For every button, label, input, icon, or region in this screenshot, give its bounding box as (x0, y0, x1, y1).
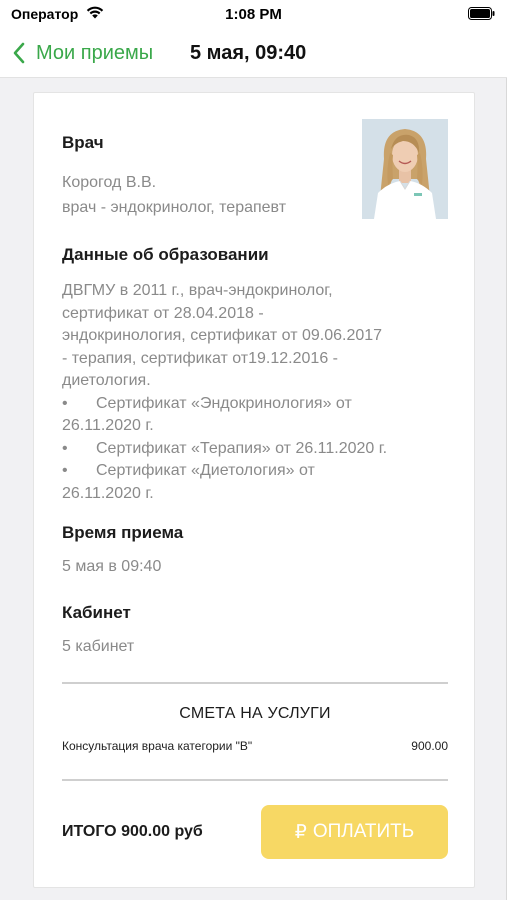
cabinet-value: 5 кабинет (62, 638, 135, 655)
certificate-item: • Сертификат «Диетология» от (62, 460, 452, 483)
education-line: сертификат от 28.04.2018 - (62, 304, 264, 322)
bullet-marker: • (62, 394, 68, 412)
education-text: ДВГМУ в 2011 г., врач-эндокринолог, серт… (62, 280, 452, 505)
certificate-text: Сертификат «Эндокринология» от (96, 394, 352, 412)
service-price: 900.00 (411, 739, 448, 753)
pay-button-label: ОПЛАТИТЬ (312, 821, 415, 842)
service-row: Консультация врача категории "В" 900.00 (62, 739, 448, 753)
certificate-text: Сертификат «Терапия» от 26.11.2020 г. (96, 439, 388, 457)
estimate-title: СМЕТА НА УСЛУГИ (179, 705, 331, 722)
page-title: 5 мая, 09:40 (190, 42, 307, 64)
certificate-text: Сертификат «Диетология» от (96, 462, 315, 479)
pay-button[interactable]: ₽ ОПЛАТИТЬ (261, 805, 448, 859)
appointment-time-value: 5 мая в 09:40 (62, 558, 162, 575)
education-line: эндокринология, сертификат от 09.06.2017 (62, 327, 383, 344)
bullet-marker: • (62, 462, 68, 479)
app-screen: Оператор 1:08 PM Мои приемы 5 мая, 09:40… (0, 0, 507, 900)
certificate-text-continued: 26.11.2020 г. (62, 417, 154, 434)
education-line: ДВГМУ в 2011 г., врач-эндокринолог, (62, 282, 333, 299)
cabinet-title: Кабинет (62, 603, 131, 622)
education-line: диетология. (62, 372, 151, 389)
doctor-specialty: врач - эндокринолог, терапевт (62, 199, 287, 216)
battery-icon (468, 7, 495, 20)
status-time: 1:08 PM (225, 6, 282, 23)
divider (62, 682, 448, 684)
service-name: Консультация врача категории "В" (62, 739, 253, 753)
doctor-name: Корогод В.В. (62, 174, 157, 191)
doctor-portrait-image (362, 119, 448, 219)
education-line: - терапия, сертификат от19.12.2016 - (62, 349, 338, 367)
certificate-item: • Сертификат «Терапия» от 26.11.2020 г. (62, 438, 452, 461)
total-amount: ИТОГО 900.00 руб (62, 823, 203, 840)
doctor-section-title: Врач (62, 133, 104, 152)
certificate-text-continued: 26.11.2020 г. (62, 484, 154, 502)
doctor-photo (362, 119, 448, 219)
ruble-icon: ₽ (294, 821, 307, 843)
appointment-time-title: Время приема (62, 523, 184, 542)
back-button[interactable]: Мои приемы (12, 38, 153, 68)
appointment-card: Врач Корогод В.В. врач - эндокринолог, т… (33, 92, 475, 888)
certificate-item: • Сертификат «Эндокринология» от (62, 393, 452, 416)
back-label: Мои приемы (36, 41, 154, 64)
education-section-title: Данные об образовании (62, 245, 269, 264)
bullet-marker: • (62, 439, 68, 457)
navigation-bar: Мои приемы 5 мая, 09:40 (0, 30, 507, 78)
divider (62, 779, 448, 781)
chevron-left-icon (13, 42, 25, 64)
status-bar: Оператор 1:08 PM (0, 0, 507, 30)
